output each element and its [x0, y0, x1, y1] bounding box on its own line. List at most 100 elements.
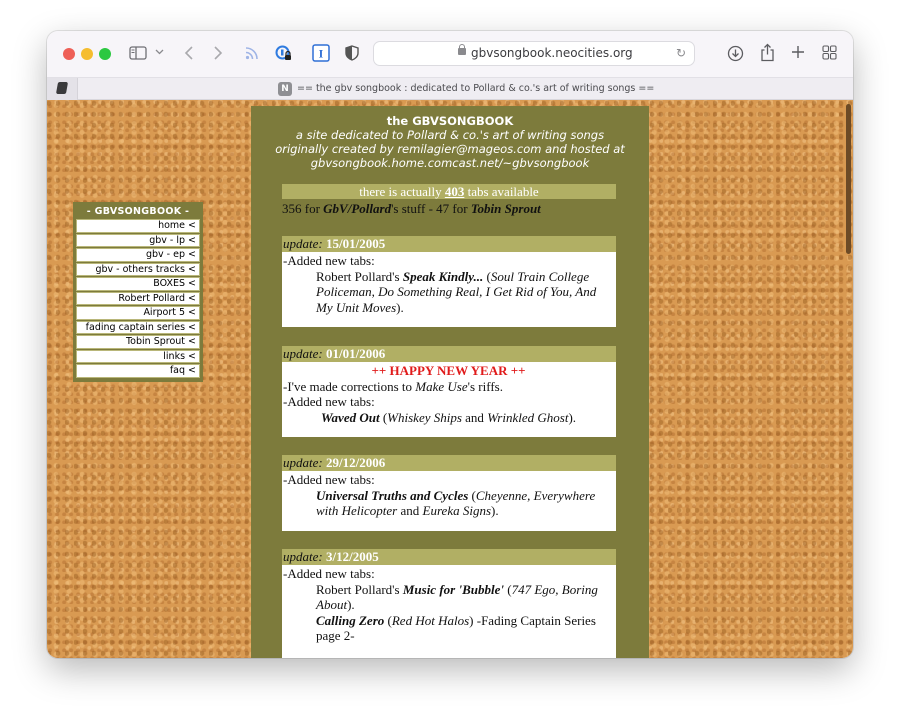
- happy-new-year-banner: ++ HAPPY NEW YEAR ++: [371, 363, 526, 378]
- rss-icon[interactable]: [245, 46, 259, 63]
- tab-count-link[interactable]: 403: [445, 184, 465, 199]
- update-detail: Robert Pollard's Music for 'Bubble' (747…: [316, 581, 598, 613]
- tab-overview-icon[interactable]: [822, 45, 837, 63]
- update-header: update: 01/01/2006: [282, 346, 616, 362]
- correction-suffix: 's riffs.: [467, 378, 503, 394]
- nav-item-airport-5[interactable]: Airport 5 <: [76, 306, 200, 320]
- album-title: Universal Truths and Cycles: [316, 487, 469, 503]
- site-navigation: - GBVSONGBOOK - home < gbv - lp < gbv - …: [73, 202, 203, 382]
- update-header: update: 15/01/2005: [282, 236, 616, 252]
- browser-toolbar: I gbvsongbook.neocities.org ↻: [47, 31, 853, 77]
- update-date: 29/12/2006: [325, 455, 386, 470]
- nav-title: - GBVSONGBOOK -: [86, 206, 190, 217]
- privacy-lock-icon[interactable]: [275, 45, 293, 65]
- nav-item-boxes[interactable]: BOXES <: [76, 277, 200, 291]
- update-body: ++ HAPPY NEW YEAR ++ -I've made correcti…: [282, 362, 616, 437]
- update-body: -Added new tabs: Robert Pollard's Speak …: [282, 252, 616, 327]
- update-intro: -Added new tabs:: [283, 566, 375, 581]
- tab-title[interactable]: == the gbv songbook : dedicated to Polla…: [297, 83, 654, 94]
- tab-count-prefix: there is actually: [359, 184, 445, 199]
- update-header: update: 29/12/2006: [282, 455, 616, 471]
- update-label: update:: [283, 455, 323, 470]
- album-title: Calling Zero: [316, 612, 385, 628]
- update-intro: -Added new tabs:: [283, 394, 375, 409]
- tab-count-banner: there is actually 403 tabs available: [282, 184, 616, 199]
- artist-prefix: Robert Pollard's: [316, 581, 403, 597]
- update-entry: update: 01/01/2006 ++ HAPPY NEW YEAR ++ …: [282, 346, 616, 437]
- gbv-suffix: 's stuff - 47 for: [391, 201, 471, 216]
- song-title: Red Hot Halos: [391, 612, 470, 628]
- song-title: Make Use: [415, 378, 468, 394]
- update-entry: update: 3/12/2005 -Added new tabs: Rober…: [282, 549, 616, 658]
- minimize-window-button[interactable]: [81, 48, 93, 60]
- main-content: the GBVSONGBOOK a site dedicated to Poll…: [251, 106, 649, 658]
- update-detail: Universal Truths and Cycles (Cheyenne, E…: [316, 487, 596, 519]
- shield-icon[interactable]: [345, 45, 359, 64]
- page-title: the GBVSONGBOOK: [386, 114, 514, 128]
- lock-icon: [458, 44, 466, 55]
- address-bar[interactable]: gbvsongbook.neocities.org ↻: [373, 41, 695, 66]
- sidebar-icon[interactable]: [129, 46, 147, 63]
- nav-item-fading-captain-series[interactable]: fading captain series <: [76, 320, 200, 334]
- nav-item-tobin-sprout[interactable]: Tobin Sprout <: [76, 335, 200, 349]
- back-icon[interactable]: [184, 45, 194, 64]
- update-entry: update: 15/01/2005 -Added new tabs: Robe…: [282, 236, 616, 327]
- download-icon[interactable]: [727, 45, 744, 65]
- nav-item-gbv-ep[interactable]: gbv - ep <: [76, 248, 200, 262]
- update-header: update: 3/12/2005: [282, 549, 616, 565]
- nav-item-links[interactable]: links <: [76, 349, 200, 363]
- nav-item-gbv-lp[interactable]: gbv - lp <: [76, 233, 200, 247]
- share-icon[interactable]: [760, 43, 775, 65]
- update-date: 15/01/2005: [325, 236, 386, 251]
- tab-count-suffix: tabs available: [464, 184, 539, 199]
- song-title: Wrinkled Ghost: [487, 409, 569, 425]
- header-tagline: a site dedicated to Pollard & co.'s art …: [295, 128, 605, 142]
- update-label: update:: [283, 346, 323, 361]
- update-correction: -I've made corrections to Make Use's rif…: [283, 379, 614, 395]
- chevron-down-icon[interactable]: [155, 47, 164, 61]
- zoom-window-button[interactable]: [99, 48, 111, 60]
- nav-item-faq[interactable]: faq <: [76, 364, 200, 378]
- reload-icon[interactable]: ↻: [676, 46, 686, 60]
- tab-breakdown: 356 for GbV/Pollard's stuff - 47 for Tob…: [282, 201, 541, 217]
- new-tab-icon[interactable]: [791, 45, 805, 62]
- update-body: -Added new tabs: Universal Truths and Cy…: [282, 471, 616, 531]
- nav-item-robert-pollard[interactable]: Robert Pollard <: [76, 291, 200, 305]
- song-title: Eureka Signs: [422, 503, 492, 518]
- browser-window: I gbvsongbook.neocities.org ↻ N == the g…: [47, 31, 853, 658]
- header-credit: originally created by remilagier@mageos.…: [275, 142, 625, 156]
- update-label: update:: [283, 549, 323, 564]
- reading-list-button[interactable]: [47, 78, 78, 100]
- forward-icon[interactable]: [213, 45, 223, 64]
- update-label: update:: [283, 236, 323, 251]
- nav-item-home[interactable]: home <: [76, 219, 200, 233]
- update-entry: update: 29/12/2006 -Added new tabs: Univ…: [282, 455, 616, 531]
- book-icon: [55, 82, 69, 94]
- song-title: Whiskey Ships: [387, 409, 462, 425]
- header-original-host: gbvsongbook.home.comcast.net/~gbvsongboo…: [310, 156, 590, 170]
- tobin-label: Tobin Sprout: [470, 201, 541, 216]
- album-title: Speak Kindly...: [402, 268, 484, 284]
- update-date: 3/12/2005: [325, 549, 379, 564]
- update-detail: Calling Zero (Red Hot Halos) -Fading Cap…: [316, 612, 596, 644]
- url-text: gbvsongbook.neocities.org: [471, 46, 633, 60]
- gbv-count-text: 356 for: [282, 201, 324, 216]
- album-title: Waved Out: [320, 409, 380, 425]
- svg-text:I: I: [319, 47, 324, 61]
- update-intro: -Added new tabs:: [283, 253, 375, 268]
- site-header: the GBVSONGBOOK a site dedicated to Poll…: [251, 106, 649, 170]
- update-body: -Added new tabs: Robert Pollard's Music …: [282, 565, 616, 658]
- text-cursor-icon[interactable]: I: [312, 44, 330, 65]
- nav-item-gbv-others-tracks[interactable]: gbv - others tracks <: [76, 262, 200, 276]
- tab-bar: N == the gbv songbook : dedicated to Pol…: [47, 77, 853, 100]
- vertical-scrollbar[interactable]: [846, 104, 851, 254]
- update-intro: -Added new tabs:: [283, 472, 375, 487]
- gbv-label: GbV/Pollard: [323, 201, 392, 216]
- artist-prefix: Robert Pollard's: [316, 268, 403, 284]
- update-detail: Waved Out (Whiskey Ships and Wrinkled Gh…: [320, 409, 577, 425]
- update-detail: Robert Pollard's Speak Kindly... (Soul T…: [316, 268, 597, 315]
- site-favicon-icon: N: [278, 82, 292, 96]
- correction-prefix: -I've made corrections to: [283, 378, 416, 394]
- page-viewport: - GBVSONGBOOK - home < gbv - lp < gbv - …: [47, 100, 853, 658]
- close-window-button[interactable]: [63, 48, 75, 60]
